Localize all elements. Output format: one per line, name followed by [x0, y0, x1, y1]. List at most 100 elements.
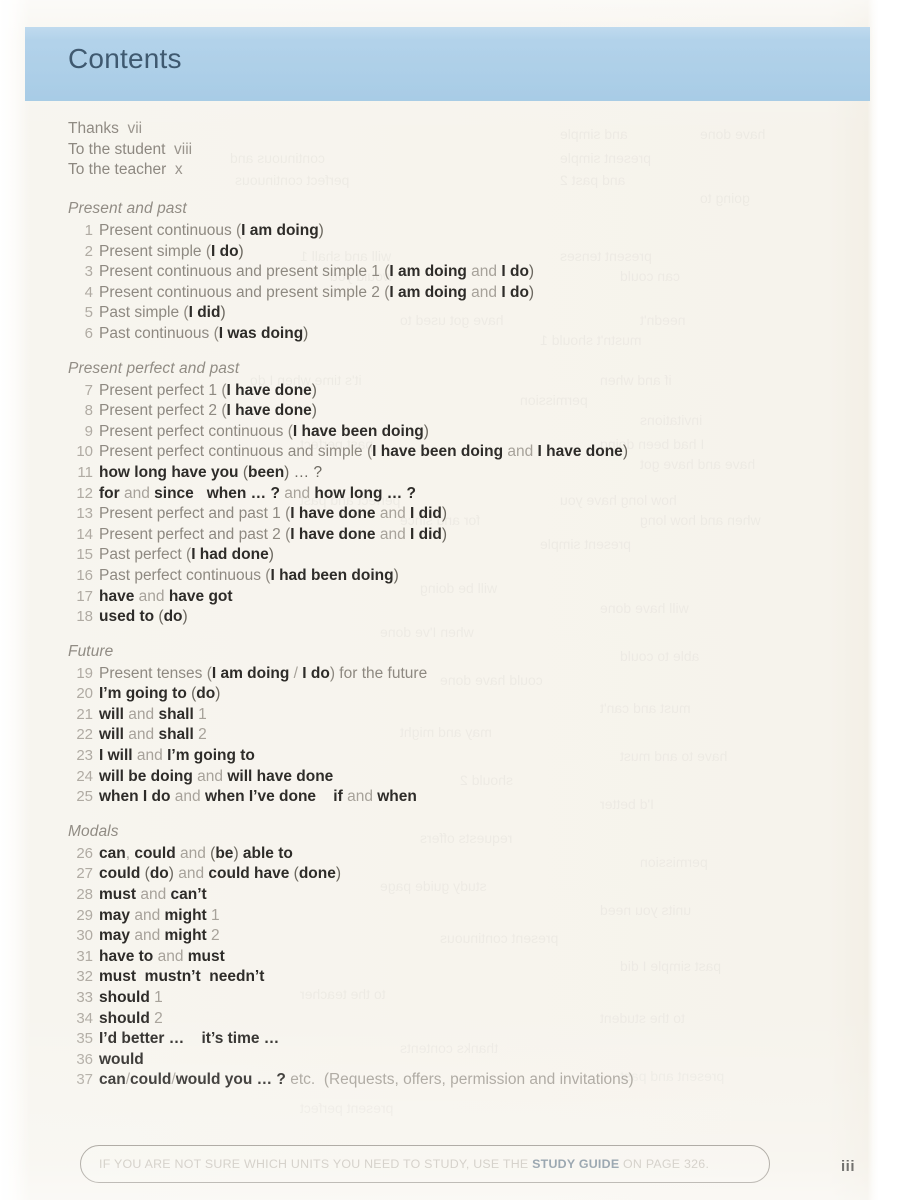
toc-entry-label: Present continuous (I am doing) — [99, 222, 324, 239]
toc-entry-label: should 2 — [99, 1009, 163, 1027]
toc-entry-number: 31 — [76, 947, 93, 965]
toc-entry-number: 14 — [76, 525, 93, 543]
toc-entry-number: 4 — [84, 283, 93, 301]
toc-entry[interactable]: 29 may and might 1 — [68, 906, 828, 927]
frontmatter-item-page: vii — [127, 120, 143, 137]
frontmatter-item-label: Thanks — [68, 120, 119, 137]
toc-entry[interactable]: 10 Present perfect continuous and simple … — [68, 442, 828, 463]
toc-entry[interactable]: 14 Present perfect and past 2 (I have don… — [68, 525, 828, 546]
toc-entry-label: have to and must — [99, 947, 225, 965]
table-of-contents: Present and past 1 Present continuous (I a… — [68, 200, 828, 1106]
toc-section: Present perfect and past 7 Present perfect… — [68, 360, 828, 628]
toc-entry-label: would — [99, 1050, 144, 1068]
toc-entry-number: 20 — [76, 685, 93, 703]
study-guide-link[interactable]: STUDY GUIDE — [532, 1157, 619, 1171]
toc-entry[interactable]: 6 Past continuous (I was doing) — [68, 324, 828, 345]
toc-entry[interactable]: 35 I’d better … it’s time … — [68, 1029, 828, 1050]
toc-entry-label: should 1 — [99, 989, 163, 1006]
toc-entry-number: 19 — [76, 664, 93, 682]
toc-entry[interactable]: 13 Present perfect and past 1 (I have don… — [68, 504, 828, 525]
toc-entry[interactable]: 18 used to (do) — [68, 607, 828, 628]
toc-entry-label: when I do and when I’ve done if and when — [99, 788, 417, 806]
toc-entry-number: 7 — [84, 381, 93, 399]
toc-entry-number: 3 — [84, 263, 93, 281]
contents-header-band: Contents — [25, 27, 870, 101]
toc-entry-number: 17 — [76, 587, 93, 605]
toc-entry[interactable]: 11 how long have you (been) … ? — [68, 463, 828, 484]
toc-entry[interactable]: 21 will and shall 1 — [68, 705, 828, 726]
toc-entry[interactable]: 5 Past simple (I did) — [68, 303, 828, 324]
toc-entry[interactable]: 33 should 1 — [68, 988, 828, 1009]
toc-entry[interactable]: 1 Present continuous (I am doing) — [68, 221, 828, 242]
toc-entry[interactable]: 27 could (do) and could have (done) — [68, 864, 828, 885]
toc-entry[interactable]: 28 must and can’t — [68, 885, 828, 906]
toc-section-title: Future — [68, 642, 114, 660]
study-guide-note-suffix: ON PAGE 326. — [619, 1157, 710, 1171]
toc-entry-number: 35 — [76, 1030, 93, 1048]
toc-section-title: Present perfect and past — [68, 359, 240, 377]
toc-entry[interactable]: 19 Present tenses (I am doing / I do) for… — [68, 664, 828, 685]
toc-entry[interactable]: 24 will be doing and will have done — [68, 767, 828, 788]
toc-entry-number: 25 — [76, 788, 93, 806]
toc-entry-label: have and have got — [99, 587, 233, 605]
toc-entry[interactable]: 25 when I do and when I’ve done if and wh… — [68, 787, 828, 808]
toc-entry[interactable]: 15 Past perfect (I had done) — [68, 545, 828, 566]
toc-entry-number: 15 — [76, 546, 93, 564]
toc-entry[interactable]: 22 will and shall 2 — [68, 725, 828, 746]
toc-entry-number: 27 — [76, 865, 93, 883]
toc-entry[interactable]: 37 can/could/would you … ? etc. (Requests… — [68, 1070, 828, 1091]
toc-entry-label: will be doing and will have done — [99, 767, 334, 785]
toc-entry-label: Present perfect 1 (I have done) — [99, 381, 317, 399]
toc-entry-label: Present continuous and present simple 2 … — [99, 283, 535, 301]
toc-entry-number: 22 — [76, 726, 93, 744]
toc-entry-label: will and shall 2 — [99, 726, 207, 744]
study-guide-note-prefix: IF YOU ARE NOT SURE WHICH UNITS YOU NEED… — [99, 1157, 533, 1171]
frontmatter-item: Thanks vii — [68, 119, 192, 140]
toc-entry[interactable]: 4 Present continuous and present simple 2… — [68, 283, 828, 304]
toc-entry[interactable]: 7 Present perfect 1 (I have done) — [68, 381, 828, 402]
study-guide-note: IF YOU ARE NOT SURE WHICH UNITS YOU NEED… — [80, 1145, 770, 1183]
toc-entry[interactable]: 32 must mustn’t needn’t — [68, 967, 828, 988]
toc-entry[interactable]: 17 have and have got — [68, 587, 828, 608]
toc-entry-label: Present perfect and past 1 (I have done … — [99, 505, 448, 523]
toc-entry[interactable]: 8 Present perfect 2 (I have done) — [68, 401, 828, 422]
toc-entry[interactable]: 34 should 2 — [68, 1009, 828, 1030]
toc-entry-number: 18 — [76, 608, 93, 626]
toc-entry-label: I’m going to (do) — [99, 685, 221, 703]
toc-entry-number: 32 — [76, 968, 93, 986]
toc-entry[interactable]: 12 for and since when … ? and how long … … — [68, 484, 828, 505]
toc-entry-label: may and might 1 — [99, 906, 220, 924]
toc-section: Modals 26 can, could and (be) able to 27 cou… — [68, 823, 828, 1091]
toc-entry[interactable]: 26 can, could and (be) able to — [68, 844, 828, 865]
toc-entry[interactable]: 16 Past perfect continuous (I had been do… — [68, 566, 828, 587]
toc-entry-label: Present simple (I do) — [99, 242, 244, 260]
toc-section-title: Modals — [68, 822, 119, 840]
toc-entry-number: 5 — [84, 304, 93, 322]
toc-entry[interactable]: 36 would — [68, 1050, 828, 1071]
toc-entry[interactable]: 31 have to and must — [68, 947, 828, 968]
toc-section-title: Present and past — [68, 200, 187, 217]
frontmatter-item-page: viii — [174, 140, 193, 158]
toc-section: Future 19 Present tenses (I am doing / I d… — [68, 643, 828, 808]
toc-entry-number: 13 — [76, 505, 93, 523]
toc-entry-label: used to (do) — [99, 608, 188, 626]
toc-entry-label: must mustn’t needn’t — [99, 968, 265, 986]
toc-entry-label: Past perfect continuous (I had been doin… — [99, 566, 399, 584]
toc-entry-number: 6 — [84, 324, 93, 342]
toc-entry-label: Present tenses (I am doing / I do) for t… — [99, 664, 428, 682]
toc-entry-number: 9 — [84, 422, 93, 440]
toc-entry[interactable]: 30 may and might 2 — [68, 926, 828, 947]
toc-entry-number: 36 — [76, 1050, 93, 1068]
toc-entry[interactable]: 3 Present continuous and present simple 1… — [68, 262, 828, 283]
toc-entry[interactable]: 23 I will and I’m going to — [68, 746, 828, 767]
toc-entry[interactable]: 20 I’m going to (do) — [68, 684, 828, 705]
book-page: and simple have done continuous and present… — [0, 0, 900, 1200]
toc-entry[interactable]: 2 Present simple (I do) — [68, 242, 828, 263]
toc-entry-number: 26 — [76, 844, 93, 862]
toc-entry-label: Present perfect and past 2 (I have done … — [99, 525, 448, 543]
toc-entry-number: 11 — [77, 463, 93, 481]
toc-entry-label: how long have you (been) … ? — [99, 463, 323, 481]
toc-entry[interactable]: 9 Present perfect continuous (I have been… — [68, 422, 828, 443]
toc-entry-number: 12 — [76, 484, 93, 502]
showthrough-text: and past 2 — [560, 172, 626, 188]
